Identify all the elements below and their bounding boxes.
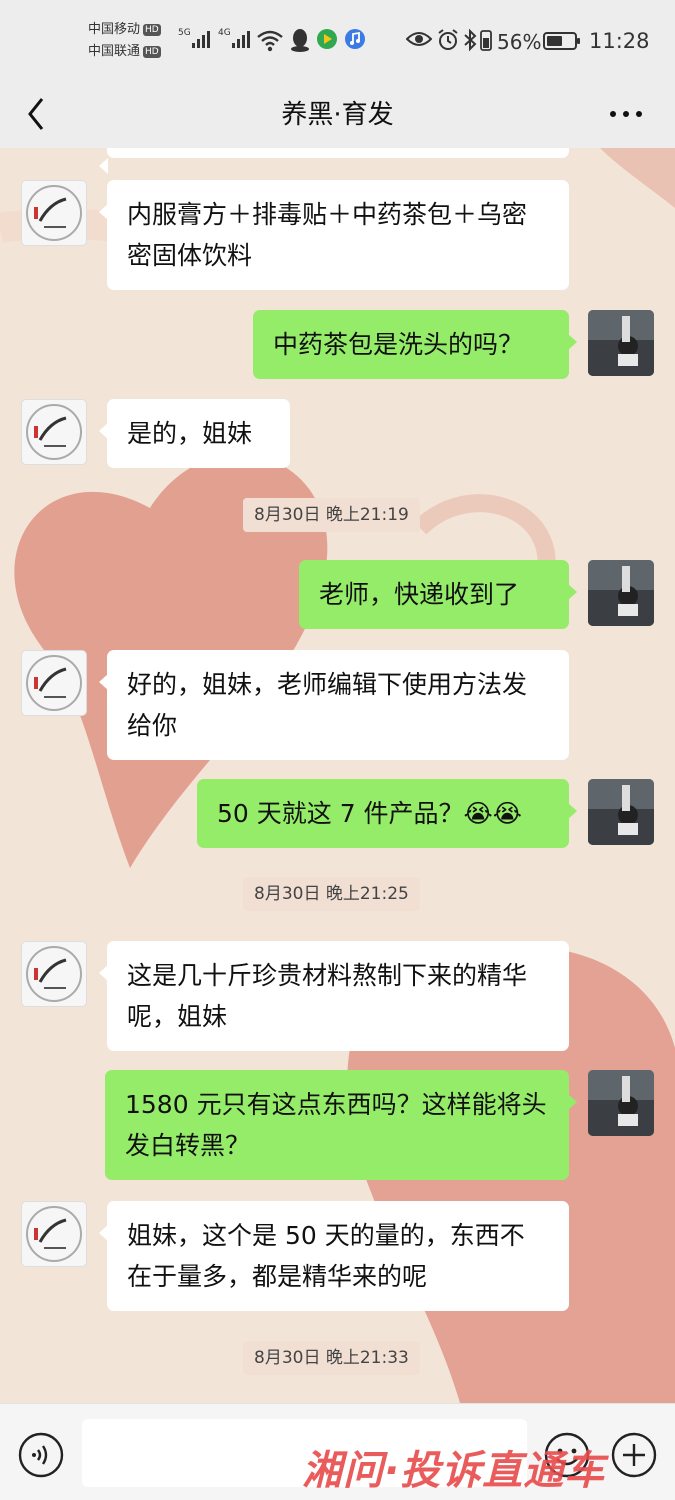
calligraphy-logo <box>26 404 82 460</box>
contact-avatar[interactable] <box>21 399 87 465</box>
user-photo <box>588 779 654 845</box>
my-avatar[interactable] <box>588 779 654 845</box>
message-bubble-incoming[interactable]: 姐妹，这个是 50 天的量的，东西不在于量多，都是精华来的呢 <box>99 1201 569 1311</box>
hd-badge: HD <box>143 23 161 36</box>
status-time: 11:28 <box>589 29 650 53</box>
more-icon[interactable] <box>606 96 646 132</box>
calligraphy-logo <box>26 1206 82 1262</box>
message-bubble-incoming[interactable]: 好的，姐妹，老师编辑下使用方法发给你 <box>99 650 569 760</box>
chat-header: 养黑·育发 <box>0 78 675 148</box>
contact-avatar[interactable] <box>21 941 87 1007</box>
message-bubble-incoming[interactable]: 是的，姐妹 <box>99 399 290 468</box>
message-bubble-incoming[interactable]: 内服膏方＋排毒贴＋中药茶包＋乌密密固体饮料 <box>99 180 569 290</box>
carrier-2-name: 中国联通 <box>88 44 141 59</box>
chat-message-list[interactable]: 内服膏方＋排毒贴＋中药茶包＋乌密密固体饮料 中药茶包是洗头的吗？ 是的，姐妹 8… <box>0 148 675 1403</box>
qq-icon <box>291 29 309 52</box>
signal-icon <box>192 30 210 48</box>
network-4g: 4G <box>218 28 231 38</box>
network-5g: 5G <box>178 28 191 38</box>
timestamp: 8月30日 晚上21:33 <box>243 1341 420 1375</box>
battery-saver-icon <box>480 30 492 51</box>
timestamp: 8月30日 晚上21:19 <box>243 498 420 532</box>
hd-badge: HD <box>143 45 161 58</box>
calligraphy-logo <box>26 185 82 241</box>
calligraphy-logo <box>26 655 82 711</box>
message-bubble-outgoing[interactable]: 老师，快递收到了 <box>299 560 577 629</box>
user-photo <box>588 1070 654 1136</box>
my-avatar[interactable] <box>588 310 654 376</box>
timestamp: 8月30日 晚上21:25 <box>243 877 420 911</box>
status-bar: 中国移动 HD 中国联通 HD 5G 4G 56% 11:28 <box>0 0 675 78</box>
chat-title: 养黑·育发 <box>281 100 394 130</box>
calligraphy-logo <box>26 946 82 1002</box>
message-bubble-outgoing[interactable]: 50 天就这 7 件产品？😭😭 <box>197 779 577 848</box>
wifi-icon <box>257 30 283 52</box>
battery-icon <box>543 32 580 50</box>
contact-avatar[interactable] <box>21 1201 87 1267</box>
user-photo <box>588 560 654 626</box>
battery-percent: 56% <box>497 30 542 54</box>
contact-avatar[interactable] <box>21 650 87 716</box>
contact-avatar[interactable] <box>21 180 87 246</box>
alarm-icon <box>438 29 458 50</box>
music-app-icon <box>345 29 365 49</box>
carrier-1: 中国移动 HD <box>88 22 161 38</box>
plus-icon[interactable] <box>611 1432 657 1478</box>
message-bubble-outgoing[interactable]: 中药茶包是洗头的吗？ <box>253 310 577 379</box>
signal-icon <box>232 30 250 48</box>
message-bubble-partial[interactable] <box>99 148 569 174</box>
watermark: 湘问·投诉直通车 <box>302 1448 606 1494</box>
carrier-1-name: 中国移动 <box>88 22 141 37</box>
message-bubble-outgoing[interactable]: 1580 元只有这点东西吗？这样能将头发白转黑？ <box>105 1070 577 1180</box>
eye-icon <box>406 32 432 46</box>
my-avatar[interactable] <box>588 560 654 626</box>
carrier-2: 中国联通 HD <box>88 44 161 60</box>
message-bubble-incoming[interactable]: 这是几十斤珍贵材料熬制下来的精华呢，姐妹 <box>99 941 569 1051</box>
user-photo <box>588 310 654 376</box>
video-app-icon <box>317 29 337 49</box>
my-avatar[interactable] <box>588 1070 654 1136</box>
bluetooth-icon <box>464 28 477 52</box>
voice-icon[interactable] <box>18 1432 64 1478</box>
